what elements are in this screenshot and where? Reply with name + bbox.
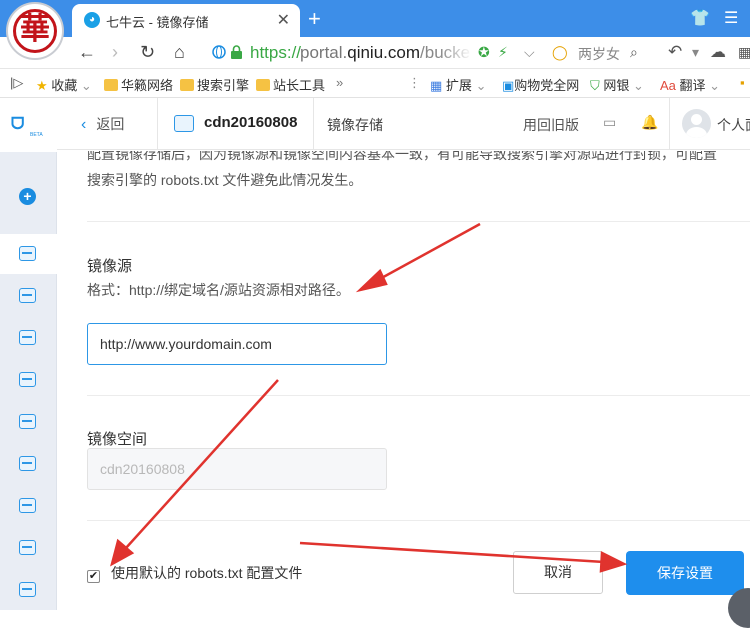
browser-logo: 華 bbox=[6, 2, 64, 60]
sidebar-toggle-icon[interactable]: |▷ bbox=[10, 75, 23, 91]
qiniu-logo-icon: ᗜ bbox=[11, 116, 25, 133]
shield-icon: ⛉ bbox=[590, 78, 600, 93]
mirror-source-label: 镜像源 bbox=[87, 258, 133, 275]
browser-tab[interactable]: ◕ 七牛云 - 镜像存储 ✕ bbox=[72, 4, 300, 37]
bookmark-translate[interactable]: Aa 翻译 ⌄ bbox=[660, 75, 720, 94]
app-sidebar: ᗜ BETA + bbox=[0, 98, 57, 610]
tab-close-icon[interactable]: ✕ bbox=[277, 10, 290, 30]
undo-icon[interactable]: ↶ bbox=[668, 42, 682, 62]
user-label[interactable]: 个人面 bbox=[717, 115, 750, 135]
bucket-icon bbox=[19, 414, 36, 429]
cloud-icon[interactable]: ☁ bbox=[710, 42, 726, 62]
sidebar-item-bucket[interactable] bbox=[0, 570, 57, 610]
bucket-icon bbox=[19, 540, 36, 555]
mirror-space-input bbox=[87, 448, 387, 490]
back-arrow-icon[interactable]: ← bbox=[78, 42, 96, 63]
new-tab-icon[interactable]: + bbox=[308, 6, 321, 32]
folder-icon bbox=[180, 79, 194, 91]
divider bbox=[87, 221, 750, 222]
address-bar: ← › ↻ ⌂ https:// portal.qiniu.com/bucke … bbox=[0, 37, 750, 69]
mirror-source-hint: 格式：http://绑定域名/源站资源相对路径。 bbox=[87, 282, 350, 298]
browser-titlebar: ◕ 七牛云 - 镜像存储 ✕ + 👕 ☰ bbox=[0, 0, 750, 37]
bookmark-favorites[interactable]: ★ 收藏 ⌄ bbox=[36, 75, 92, 94]
sidebar-item-bucket[interactable] bbox=[0, 528, 57, 568]
old-version-link[interactable]: 用回旧版 bbox=[523, 115, 579, 135]
translate-icon: Aa bbox=[660, 78, 676, 93]
robots-option[interactable]: ✔ 使用默认的 robots.txt 配置文件 bbox=[87, 563, 302, 583]
robots-checkbox-label: 使用默认的 robots.txt 配置文件 bbox=[111, 565, 303, 581]
bookmark-bank[interactable]: ⛉ 网银 ⌄ bbox=[590, 75, 644, 94]
forward-arrow-icon[interactable]: › bbox=[112, 42, 118, 63]
skin-icon[interactable]: 👕 bbox=[690, 8, 710, 28]
bookmark-folder-webmaster[interactable]: 站长工具 bbox=[256, 75, 325, 94]
sidebar-item-bucket[interactable] bbox=[0, 318, 57, 358]
folder-icon bbox=[256, 79, 270, 91]
bucket-icon bbox=[19, 372, 36, 387]
undo-dropdown-icon[interactable]: ▾ bbox=[692, 44, 699, 61]
search-hint[interactable]: 两岁女 bbox=[578, 44, 620, 64]
back-link[interactable]: ‹ 返回 bbox=[81, 114, 124, 134]
chevron-left-icon: ‹ bbox=[81, 116, 87, 133]
sidebar-item-bucket[interactable] bbox=[0, 486, 57, 526]
sidebar-item-bucket[interactable] bbox=[0, 276, 57, 316]
refresh-shield-icon[interactable]: ✪ bbox=[478, 44, 490, 61]
tab-title: 七牛云 - 镜像存储 bbox=[106, 15, 209, 30]
bookmark-folder-hualai[interactable]: 华籁网络 bbox=[104, 75, 173, 94]
dropdown-chevron-icon[interactable]: ⌵ bbox=[524, 44, 535, 61]
bookmarks-divider: ⋮ bbox=[408, 75, 421, 90]
save-button[interactable]: 保存设置 bbox=[626, 551, 744, 595]
search-engine-icon[interactable]: ◯ bbox=[552, 44, 568, 61]
globe-icon bbox=[212, 45, 226, 59]
main-content: 配置镜像存储后，因为镜像源和镜像空间内容基本一致，有可能导致搜索引擎对源站进行封… bbox=[57, 151, 750, 610]
extensions-icon: ▦ bbox=[430, 78, 443, 93]
bookmark-extensions[interactable]: ▦ 扩展 ⌄ bbox=[430, 75, 486, 94]
tab-mirror-storage[interactable]: 镜像存储 bbox=[327, 115, 383, 135]
sidebar-item-bucket-active[interactable] bbox=[0, 234, 57, 274]
sidebar-item-bucket[interactable] bbox=[0, 444, 57, 484]
bell-icon[interactable]: 🔔 bbox=[641, 114, 658, 131]
cancel-button[interactable]: 取消 bbox=[513, 551, 603, 594]
menu-icon[interactable]: ☰ bbox=[724, 8, 738, 28]
grid-icon[interactable]: ▦ bbox=[738, 44, 750, 61]
robots-checkbox[interactable]: ✔ bbox=[87, 570, 100, 583]
lock-icon bbox=[231, 45, 242, 59]
reload-icon[interactable]: ↻ bbox=[140, 42, 155, 63]
bookmarks-bar: |▷ ★ 收藏 ⌄ 华籁网络 搜索引擎 站长工具 » ⋮ ▦ 扩展 ⌄ ▣购物党… bbox=[0, 69, 750, 98]
star-icon: ★ bbox=[36, 78, 48, 93]
bookmark-overflow-icon[interactable]: ▪ bbox=[740, 75, 745, 90]
bucket-icon bbox=[19, 498, 36, 513]
avatar[interactable] bbox=[682, 109, 711, 138]
bucket-icon bbox=[19, 456, 36, 471]
url-input[interactable]: https:// portal.qiniu.com/bucke bbox=[202, 40, 472, 66]
bookmarks-more[interactable]: » bbox=[336, 75, 343, 90]
divider bbox=[87, 520, 750, 521]
app-header: ‹返回 cdn20160808 镜像存储 用回旧版 ▭ 🔔 个人面 bbox=[57, 98, 750, 150]
search-icon[interactable]: ⌕ bbox=[630, 44, 638, 61]
mirror-space-label: 镜像空间 bbox=[87, 431, 148, 448]
lightning-icon[interactable]: ⚡ bbox=[498, 44, 508, 61]
divider bbox=[87, 395, 750, 396]
home-icon[interactable]: ⌂ bbox=[174, 42, 185, 63]
add-bucket-icon[interactable]: + bbox=[19, 188, 36, 205]
bucket-icon bbox=[174, 115, 194, 132]
sidebar-item-bucket[interactable] bbox=[0, 360, 57, 400]
sidebar-item-bucket[interactable] bbox=[0, 402, 57, 442]
bucket-icon bbox=[19, 288, 36, 303]
description-text: 配置镜像存储后，因为镜像源和镜像空间内容基本一致，有可能导致搜索引擎对源站进行封… bbox=[87, 151, 717, 162]
mirror-source-input[interactable] bbox=[87, 323, 387, 365]
bucket-name: cdn20160808 bbox=[204, 114, 298, 131]
bucket-icon bbox=[19, 582, 36, 597]
qiniu-logo[interactable]: ᗜ BETA bbox=[0, 98, 57, 152]
bookmark-shopping[interactable]: ▣购物党全网 bbox=[502, 75, 579, 94]
description-text: 搜索引擎的 robots.txt 文件避免此情况发生。 bbox=[87, 172, 363, 188]
folder-icon bbox=[104, 79, 118, 91]
url-scheme: https:// bbox=[250, 43, 302, 62]
qiniu-favicon-icon: ◕ bbox=[84, 12, 100, 28]
bookmark-folder-search[interactable]: 搜索引擎 bbox=[180, 75, 249, 94]
bucket-icon bbox=[19, 330, 36, 345]
bucket-icon bbox=[19, 246, 36, 261]
feedback-icon[interactable]: ▭ bbox=[603, 114, 616, 131]
shopping-icon: ▣ bbox=[502, 78, 515, 93]
